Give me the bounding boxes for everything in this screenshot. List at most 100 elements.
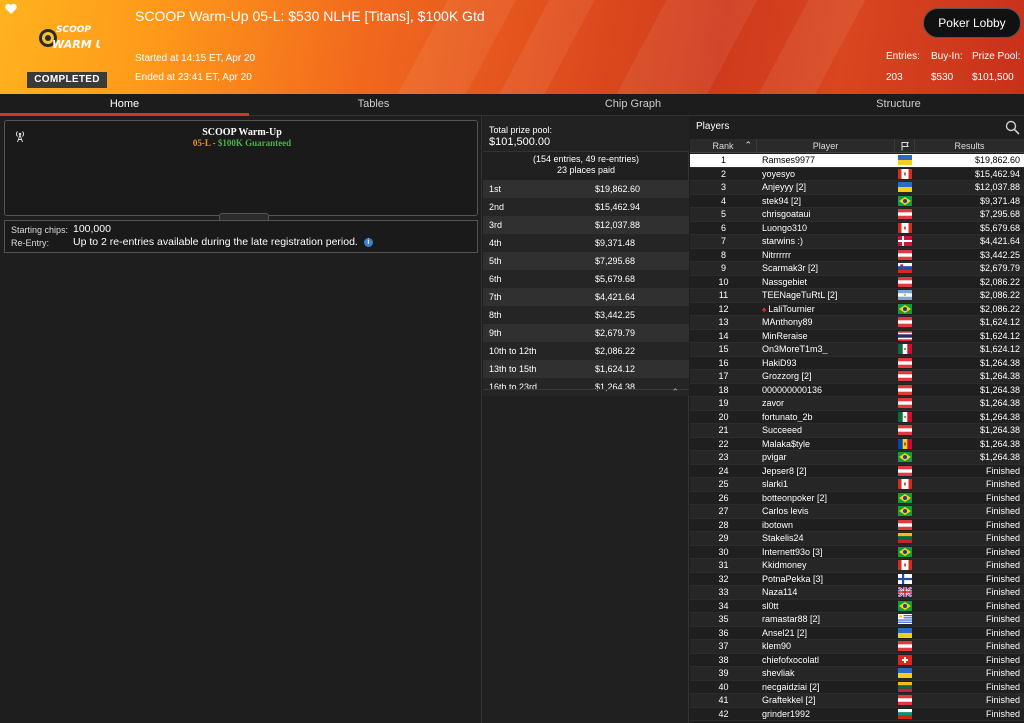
- player-rank: 8: [720, 249, 726, 260]
- tab-structure[interactable]: Structure: [773, 94, 1024, 116]
- tab-tables[interactable]: Tables: [249, 94, 498, 116]
- player-row[interactable]: 19 zavor $1,264.38: [690, 397, 1024, 411]
- player-row[interactable]: 27 Carlos levis Finished: [690, 505, 1024, 519]
- player-name-cell: Luongo310: [757, 223, 895, 233]
- player-row[interactable]: 24 Jepser8 [2] Finished: [690, 464, 1024, 478]
- buyin-value: $530: [931, 72, 954, 83]
- player-name: ramastar88 [2]: [762, 614, 821, 625]
- player-row[interactable]: 8 Nitrrrrrr $3,442.25: [690, 248, 1024, 262]
- tab-chip-graph[interactable]: Chip Graph: [509, 94, 757, 116]
- player-row[interactable]: 40 necgaidziai [2] Finished: [690, 680, 1024, 694]
- player-row[interactable]: 39 shevliak Finished: [690, 667, 1024, 681]
- mexico-flag-icon: [895, 344, 915, 355]
- player-result: Finished: [985, 560, 1020, 571]
- tournament-info-box: SCOOP Warm-Up 05-L - $100K Guaranteed: [4, 120, 478, 221]
- player-rank: 5: [720, 209, 726, 220]
- results-column-header[interactable]: Results: [915, 139, 1024, 152]
- player-row[interactable]: 32 PotnaPekka [3] Finished: [690, 572, 1024, 586]
- austria-flag-icon: [895, 398, 915, 409]
- slovenia-flag-icon: [895, 263, 915, 274]
- player-row[interactable]: 36 Ansel21 [2] Finished: [690, 626, 1024, 640]
- country-column-header[interactable]: [895, 139, 915, 152]
- player-row[interactable]: 4 stek94 [2] $9,371.48: [690, 194, 1024, 208]
- player-name: slarki1: [762, 479, 789, 490]
- player-row[interactable]: 37 klem90 Finished: [690, 640, 1024, 654]
- payout-amount: $7,295.68: [595, 256, 636, 266]
- player-result: Finished: [985, 465, 1020, 476]
- sort-asc-icon[interactable]: ⌃: [744, 140, 752, 151]
- player-column-header[interactable]: Player: [757, 139, 895, 152]
- player-row[interactable]: 29 Stakelis24 Finished: [690, 532, 1024, 546]
- player-row[interactable]: 31 Kkidmoney Finished: [690, 559, 1024, 573]
- player-row[interactable]: 25 slarki1 Finished: [690, 478, 1024, 492]
- player-row[interactable]: 13 MAnthony89 $1,624.12: [690, 316, 1024, 330]
- player-name: necgaidziai [2]: [762, 681, 820, 692]
- start-time: Started at 14:15 ET, Apr 20: [135, 53, 256, 64]
- heart-icon[interactable]: [4, 2, 18, 16]
- player-name-cell: zavor: [757, 398, 895, 408]
- payout-amount: $15,462.94: [595, 202, 641, 212]
- player-name: Ramses9977: [762, 155, 816, 166]
- player-row[interactable]: 3 Anjeyyy [2] $12,037.88: [690, 181, 1024, 195]
- player-row[interactable]: 33 Naza114 Finished: [690, 586, 1024, 600]
- poker-lobby-button[interactable]: Poker Lobby: [923, 8, 1021, 38]
- player-row[interactable]: 7 starwins :) $4,421.64: [690, 235, 1024, 249]
- player-row[interactable]: 14 MinReraise $1,624.12: [690, 329, 1024, 343]
- player-row[interactable]: 12 ♠ LaliTournier $2,086.22: [690, 302, 1024, 316]
- player-name: Kkidmoney: [762, 560, 807, 571]
- player-row[interactable]: 42 grinder1992 Finished: [690, 707, 1024, 721]
- prize-pool-label: Prize Pool:: [972, 51, 1021, 62]
- player-result: $3,442.25: [979, 249, 1020, 260]
- player-result: Finished: [985, 708, 1020, 719]
- player-rank: 31: [718, 560, 729, 571]
- brazil-flag-icon: [895, 303, 915, 314]
- brazil-flag-icon: [895, 452, 915, 463]
- player-row[interactable]: 20 fortunato_2b $1,264.38: [690, 410, 1024, 424]
- uruguay-flag-icon: [895, 614, 915, 625]
- player-row[interactable]: 15 On3MoreT1m3_ $1,624.12: [690, 343, 1024, 357]
- player-row[interactable]: 26 botteonpoker [2] Finished: [690, 491, 1024, 505]
- player-row[interactable]: 30 Internett93o [3] Finished: [690, 545, 1024, 559]
- player-result: Finished: [985, 627, 1020, 638]
- payout-place: 5th: [489, 256, 502, 266]
- player-name-cell: fortunato_2b: [757, 412, 895, 422]
- rank-column-header[interactable]: Rank ⌃: [690, 139, 757, 152]
- chevron-up-icon[interactable]: ⌃: [671, 387, 679, 398]
- total-prize-pool-label: Total prize pool:: [489, 125, 553, 135]
- player-row[interactable]: 22 Malaka$tyle $1,264.38: [690, 437, 1024, 451]
- player-rank: 27: [718, 506, 729, 517]
- player-row[interactable]: 28 ibotown Finished: [690, 518, 1024, 532]
- player-rank: 3: [720, 182, 726, 193]
- info-icon[interactable]: i: [363, 237, 373, 247]
- player-row[interactable]: 16 HakiD93 $1,264.38: [690, 356, 1024, 370]
- player-row[interactable]: 2 yoyesyo $15,462.94: [690, 167, 1024, 181]
- player-row[interactable]: 18 000000000136 $1,264.38: [690, 383, 1024, 397]
- payout-row: 1st $19,862.60: [483, 180, 689, 198]
- player-name-cell: Carlos levis: [757, 506, 895, 516]
- player-row[interactable]: 11 TEENageTuRtL [2] $2,086.22: [690, 289, 1024, 303]
- player-row[interactable]: 17 Grozzorg [2] $1,264.38: [690, 370, 1024, 384]
- player-row[interactable]: 23 pvigar $1,264.38: [690, 451, 1024, 465]
- player-result: $1,624.12: [979, 317, 1020, 328]
- player-row[interactable]: 10 Nassgebiet $2,086.22: [690, 275, 1024, 289]
- player-row[interactable]: 35 ramastar88 [2] Finished: [690, 613, 1024, 627]
- payout-row: 7th $4,421.64: [483, 288, 689, 306]
- tournament-header: SCOOP WARM UP COMPLETED SCOOP Warm-Up 05…: [0, 0, 1024, 94]
- player-row[interactable]: 5 chrisgoataui $7,295.68: [690, 208, 1024, 222]
- tab-home[interactable]: Home: [0, 94, 249, 116]
- payout-table: 1st $19,862.60 2nd $15,462.94 3rd $12,037.88 4…: [483, 180, 689, 396]
- player-row[interactable]: 21 Succeeed $1,264.38: [690, 424, 1024, 438]
- tournament-lobby-window: SCOOP WARM UP COMPLETED SCOOP Warm-Up 05…: [0, 0, 1024, 723]
- payout-collapse[interactable]: ⌃: [483, 387, 689, 398]
- player-name: Naza114: [762, 587, 798, 598]
- player-row[interactable]: 6 Luongo310 $5,679.68: [690, 221, 1024, 235]
- player-name-cell: PotnaPekka [3]: [757, 574, 895, 584]
- player-row[interactable]: 41 Graftekkel [2] Finished: [690, 694, 1024, 708]
- player-row[interactable]: 9 Scarmak3r [2] $2,679.79: [690, 262, 1024, 276]
- player-result: $1,264.38: [979, 425, 1020, 436]
- payout-row: 5th $7,295.68: [483, 252, 689, 270]
- player-row[interactable]: 1 Ramses9977 $19,862.60: [690, 154, 1024, 168]
- player-row[interactable]: 34 sl0tt Finished: [690, 599, 1024, 613]
- search-icon[interactable]: [1005, 120, 1020, 135]
- player-row[interactable]: 38 chiefofxocolatl Finished: [690, 653, 1024, 667]
